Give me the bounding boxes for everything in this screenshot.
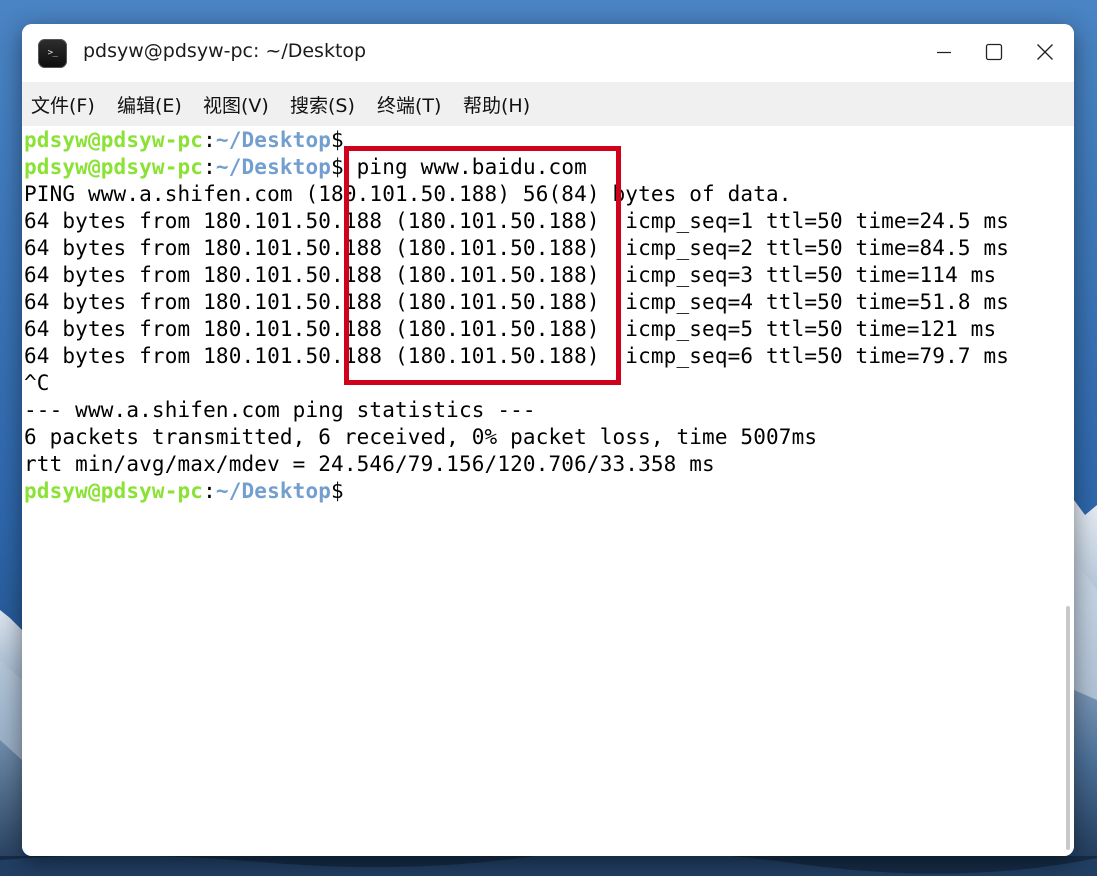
window-title: pdsyw@pdsyw-pc: ~/Desktop <box>83 40 367 62</box>
minimize-icon <box>937 51 951 54</box>
menu-edit[interactable]: 编辑(E) <box>117 91 182 118</box>
prompt-path: ~/Desktop <box>215 155 332 179</box>
maximize-button[interactable] <box>972 32 1016 72</box>
menu-search[interactable]: 搜索(S) <box>290 91 355 118</box>
output-line: --- www.a.shifen.com ping statistics --- <box>24 398 536 422</box>
menu-file[interactable]: 文件(F) <box>31 91 95 118</box>
prompt-line: pdsyw@pdsyw-pc:~/Desktop$ <box>24 127 344 154</box>
prompt-colon: : <box>203 479 216 503</box>
close-icon <box>1037 44 1053 60</box>
prompt-dollar: $ <box>331 128 344 152</box>
menu-view[interactable]: 视图(V) <box>203 91 269 118</box>
annotation-highlight-box <box>344 146 621 385</box>
output-line: rtt min/avg/max/mdev = 24.546/79.156/120… <box>24 452 715 476</box>
prompt-user: pdsyw@pdsyw-pc <box>24 128 204 152</box>
prompt-dollar: $ <box>331 155 344 179</box>
prompt-user: pdsyw@pdsyw-pc <box>24 155 204 179</box>
prompt-path: ~/Desktop <box>215 479 332 503</box>
terminal-app-icon: >_ <box>38 39 67 68</box>
output-line: 6 packets transmitted, 6 received, 0% pa… <box>24 425 818 449</box>
prompt-dollar: $ <box>331 479 344 503</box>
prompt-path: ~/Desktop <box>215 128 332 152</box>
minimize-button[interactable] <box>922 32 966 72</box>
prompt-colon: : <box>203 155 216 179</box>
vertical-scrollbar[interactable] <box>1066 606 1070 850</box>
prompt-line: pdsyw@pdsyw-pc:~/Desktop$ <box>24 478 344 505</box>
title-bar[interactable]: >_ pdsyw@pdsyw-pc: ~/Desktop <box>22 24 1074 82</box>
terminal-window: >_ pdsyw@pdsyw-pc: ~/Desktop 文件(F) 编辑(E)… <box>22 24 1074 856</box>
prompt-colon: : <box>203 128 216 152</box>
menu-bar: 文件(F) 编辑(E) 视图(V) 搜索(S) 终端(T) 帮助(H) <box>22 82 1074 126</box>
close-button[interactable] <box>1023 32 1067 72</box>
terminal-output-area[interactable]: pdsyw@pdsyw-pc:~/Desktop$ pdsyw@pdsyw-pc… <box>22 126 1074 856</box>
menu-help[interactable]: 帮助(H) <box>463 91 530 118</box>
maximize-icon <box>985 43 1003 61</box>
menu-terminal[interactable]: 终端(T) <box>377 91 441 118</box>
output-line: ^C <box>24 371 50 395</box>
prompt-user: pdsyw@pdsyw-pc <box>24 479 204 503</box>
